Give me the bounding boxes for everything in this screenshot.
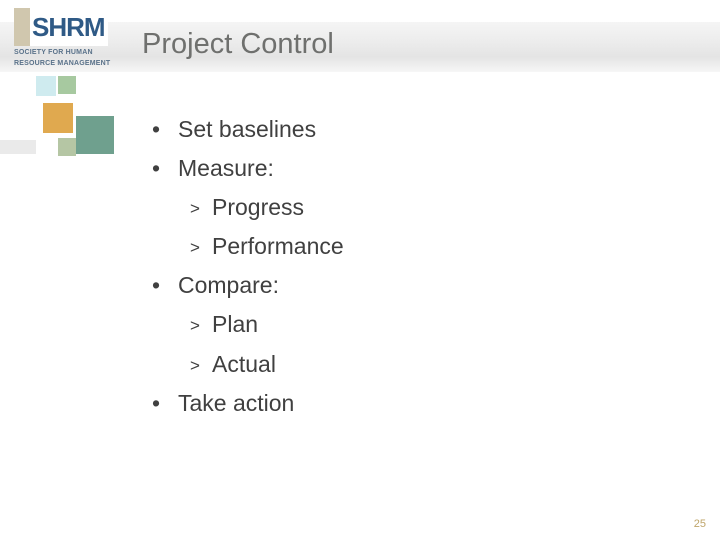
page-number: 25	[694, 518, 706, 530]
bullet-text: Performance	[212, 233, 344, 259]
bullet-text: Set baselines	[178, 116, 316, 142]
bullet-text: Measure:	[178, 155, 274, 181]
decorative-strip	[0, 140, 36, 154]
bullet-item: Set baselines	[142, 110, 662, 149]
logo-block-icon	[14, 8, 30, 46]
bullet-text: Progress	[212, 194, 304, 220]
chevron-icon: >	[190, 234, 212, 263]
chevron-icon: >	[190, 312, 212, 341]
deco-square-icon	[76, 116, 114, 154]
logo-subtitle-line1: SOCIETY FOR HUMAN	[14, 49, 132, 57]
bullet-text: Actual	[212, 351, 276, 377]
slide-title: Project Control	[142, 28, 334, 61]
bullet-item: Measure:	[142, 149, 662, 188]
deco-square-icon	[58, 138, 76, 156]
bullet-text: Take action	[178, 390, 294, 416]
deco-square-icon	[43, 103, 73, 133]
sub-bullet-item: >Plan	[190, 305, 662, 344]
deco-square-icon	[36, 76, 56, 96]
bullet-text: Compare:	[178, 272, 279, 298]
bullet-text: Plan	[212, 311, 258, 337]
sub-bullet-item: >Progress	[190, 188, 662, 227]
logo-letters: SHRM	[30, 8, 108, 46]
shrm-logo: SHRM SOCIETY FOR HUMAN RESOURCE MANAGEME…	[14, 8, 132, 67]
bullet-item: Compare:	[142, 266, 662, 305]
chevron-icon: >	[190, 195, 212, 224]
decorative-squares	[36, 76, 136, 196]
sub-bullet-item: >Actual	[190, 345, 662, 384]
sub-bullet-item: >Performance	[190, 227, 662, 266]
logo-subtitle-line2: RESOURCE MANAGEMENT	[14, 60, 132, 68]
deco-square-icon	[58, 76, 76, 94]
chevron-icon: >	[190, 352, 212, 381]
slide-content: Set baselines Measure: >Progress >Perfor…	[142, 110, 662, 423]
bullet-item: Take action	[142, 384, 662, 423]
